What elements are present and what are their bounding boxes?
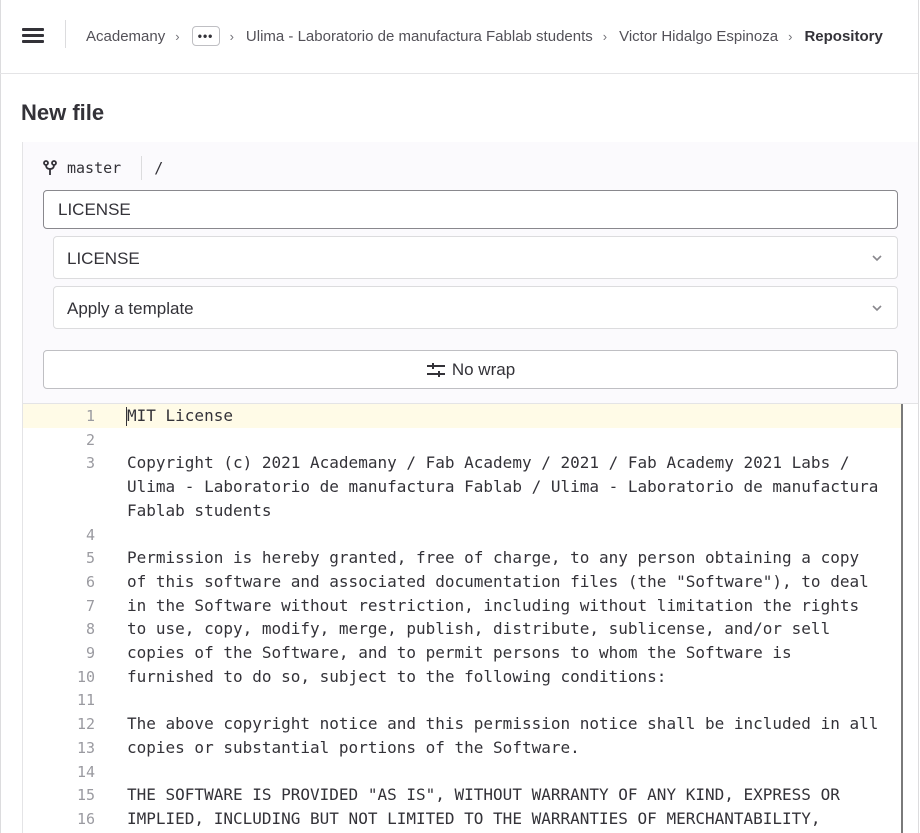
line-text: of this software and associated document… (127, 571, 869, 591)
line-text: Copyright (c) 2021 Academany / Fab Acade… (127, 453, 850, 473)
code-line[interactable]: 2 (23, 428, 901, 452)
code-line[interactable]: 14 (23, 760, 901, 784)
line-text: copies or substantial portions of the So… (127, 737, 580, 757)
breadcrumb-item-academany[interactable]: Academany (86, 28, 165, 45)
line-number: 6 (85, 572, 95, 591)
editor-scrollbar[interactable] (901, 404, 918, 833)
line-number: 16 (76, 809, 95, 828)
chevron-right-icon: › (788, 28, 793, 44)
line-text: Ulima - Laboratorio de manufactura Fabla… (127, 477, 879, 497)
line-number: 3 (85, 454, 95, 473)
code-line[interactable]: 1 MIT License (23, 404, 901, 428)
breadcrumb-item-project[interactable]: Victor Hidalgo Espinoza (619, 28, 778, 45)
line-number: 2 (85, 430, 95, 449)
file-type-value: LICENSE (67, 249, 140, 268)
text-wrap-icon (426, 362, 445, 377)
code-line[interactable]: 10 furnished to do so, subject to the fol… (23, 665, 901, 689)
line-number: 7 (85, 596, 95, 615)
code-line[interactable]: 12 The above copyright notice and this pe… (23, 712, 901, 736)
page-title: New file (21, 100, 105, 125)
code-line[interactable]: 13 copies or substantial portions of the … (23, 736, 901, 760)
line-number: 15 (76, 786, 95, 805)
line-number: 14 (76, 762, 95, 781)
line-number: 10 (76, 667, 95, 686)
line-number: 9 (85, 644, 95, 662)
file-type-dropdown[interactable]: LICENSE (53, 236, 898, 279)
line-text: to use, copy, modify, merge, publish, di… (127, 619, 831, 639)
topbar-divider (65, 20, 66, 48)
ellipsis-icon[interactable]: ••• (191, 26, 220, 46)
ref-path-row: master / (43, 156, 163, 180)
line-number: 13 (76, 738, 95, 757)
no-wrap-label: No wrap (451, 359, 516, 379)
breadcrumb-item-group[interactable]: Ulima - Laboratorio de manufactura Fabla… (246, 28, 593, 45)
line-number: 11 (76, 691, 95, 710)
chevron-down-icon (872, 305, 882, 312)
code-line[interactable]: 4 (23, 523, 901, 547)
chevron-down-icon (872, 255, 882, 262)
breadcrumb-item-repository[interactable]: Repository (804, 28, 882, 45)
line-text: Fablab students (127, 500, 272, 520)
branch-name[interactable]: master (67, 159, 121, 177)
line-text: MIT License (127, 406, 233, 425)
file-name-input[interactable] (43, 190, 898, 229)
code-line[interactable]: 6 of this software and associated documen… (23, 570, 901, 594)
code-line[interactable]: 9 copies of the Software, and to permit p… (23, 641, 901, 665)
line-text: copies of the Software, and to permit pe… (127, 643, 792, 662)
line-text: in the Software without restriction, inc… (127, 595, 860, 615)
chevron-right-icon: › (229, 28, 234, 44)
no-wrap-button[interactable]: No wrap (43, 350, 898, 389)
code-line[interactable]: 15 THE SOFTWARE IS PROVIDED "AS IS", WITH… (23, 783, 901, 807)
left-border (0, 0, 1, 833)
line-text: Permission is hereby granted, free of ch… (127, 548, 860, 568)
breadcrumb: Academany › ••• › Ulima - Laboratorio de… (86, 24, 883, 48)
code-line[interactable]: 7 in the Software without restriction, in… (23, 594, 901, 618)
line-text: furnished to do so, subject to the follo… (127, 666, 667, 686)
branch-icon (43, 160, 57, 175)
line-text: IMPLIED, INCLUDING BUT NOT LIMITED TO TH… (127, 808, 821, 828)
ref-divider (141, 156, 143, 180)
code-editor[interactable]: 1 MIT License 2 3 Copyright (c) 2021 Academa… (22, 403, 918, 833)
line-number: 5 (85, 549, 95, 568)
code-line[interactable]: 3 Copyright (c) 2021 Academany / Fab Acad… (23, 451, 901, 475)
text-cursor (126, 407, 127, 426)
path-separator: / (154, 159, 164, 177)
new-file-page: Academany › ••• › Ulima - Laboratorio de… (0, 0, 920, 833)
code-line[interactable]: Ulima - Laboratorio de manufactura Fabla… (23, 475, 901, 499)
top-bar: Academany › ••• › Ulima - Laboratorio de… (0, 0, 918, 74)
file-editor-header: master / LICENSE Apply a template (22, 142, 918, 403)
chevron-right-icon: › (602, 28, 608, 44)
code-line[interactable]: 8 to use, copy, modify, merge, publish, d… (23, 617, 901, 641)
right-border (918, 0, 919, 833)
hamburger-icon[interactable] (22, 26, 44, 44)
code-line[interactable]: 16 IMPLIED, INCLUDING BUT NOT LIMITED TO … (23, 807, 901, 831)
code-line[interactable]: Fablab students (23, 499, 901, 523)
template-value: Apply a template (67, 299, 194, 318)
line-text: The above copyright notice and this perm… (127, 714, 879, 734)
code-line[interactable]: 11 (23, 688, 901, 712)
template-dropdown[interactable]: Apply a template (53, 286, 898, 329)
line-number: 4 (85, 525, 95, 544)
line-text: THE SOFTWARE IS PROVIDED "AS IS", WITHOU… (127, 785, 840, 805)
line-number: 12 (76, 715, 95, 734)
code-line[interactable]: 5 Permission is hereby granted, free of c… (23, 546, 901, 570)
line-number: 1 (85, 407, 95, 425)
line-number: 8 (85, 620, 95, 639)
chevron-right-icon: › (175, 28, 180, 44)
